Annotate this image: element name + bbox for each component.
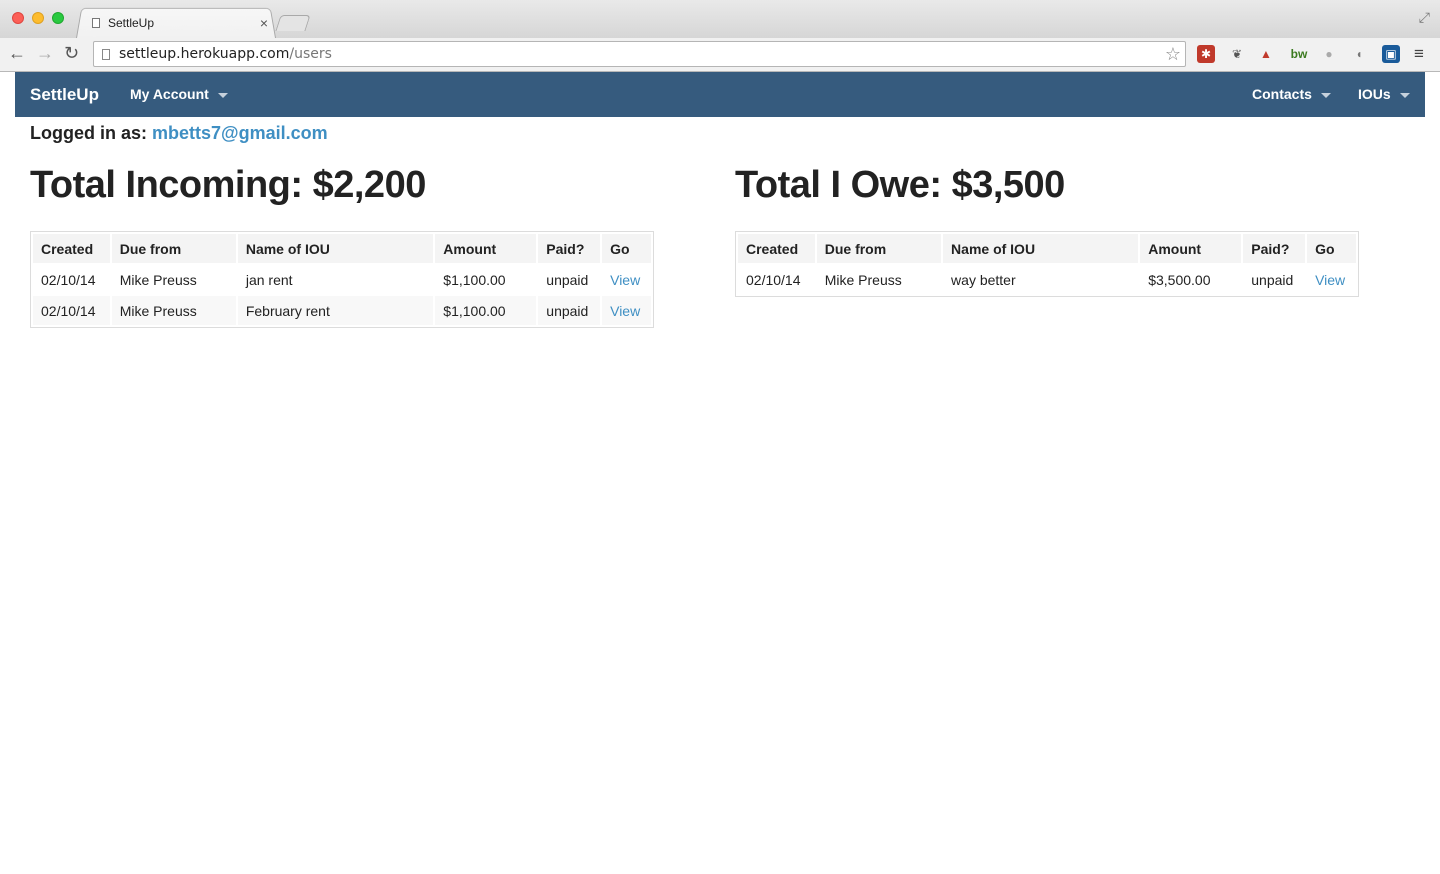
extension-icon[interactable]: ● bbox=[1320, 45, 1338, 63]
column-header-paid: Paid? bbox=[1243, 234, 1306, 263]
paid-status-cell: unpaid bbox=[546, 271, 589, 288]
ious-label: IOUs bbox=[1358, 86, 1391, 102]
incoming-ious-table: Created Due from Name of IOU Amount Paid… bbox=[30, 231, 654, 328]
due-from-cell: Mike Preuss bbox=[111, 296, 236, 325]
column-header-amount: Amount bbox=[435, 234, 537, 263]
column-header-name: Name of IOU bbox=[943, 234, 1139, 263]
user-email-link[interactable]: mbetts7@gmail.com bbox=[152, 123, 328, 143]
new-tab-button[interactable] bbox=[275, 15, 311, 31]
extension-icon[interactable]: ▲ bbox=[1257, 45, 1275, 63]
table-header-row: Created Due from Name of IOU Amount Paid… bbox=[33, 234, 651, 263]
amount-cell: $1,100.00 bbox=[435, 296, 537, 325]
url-path: /users bbox=[289, 46, 332, 62]
logged-in-status: Logged in as: mbetts7@gmail.com bbox=[30, 123, 328, 144]
column-header-due-from: Due from bbox=[816, 234, 942, 263]
extension-icon[interactable]: bw bbox=[1288, 45, 1310, 63]
page-icon bbox=[92, 18, 100, 28]
my-account-dropdown[interactable]: My Account bbox=[130, 72, 228, 117]
view-link[interactable]: View bbox=[610, 272, 640, 288]
browser-tab-content[interactable]: SettleUp × bbox=[88, 14, 272, 32]
minimize-window-button[interactable] bbox=[32, 12, 44, 24]
amount-cell: $3,500.00 bbox=[1148, 271, 1211, 288]
go-cell: View bbox=[602, 265, 651, 294]
iou-name-cell: jan rent bbox=[245, 271, 293, 288]
paid-status-cell: unpaid bbox=[538, 296, 601, 325]
caret-down-icon bbox=[217, 92, 228, 98]
brand-link[interactable]: SettleUp bbox=[30, 72, 99, 117]
column-header-go: Go bbox=[1307, 234, 1356, 263]
column-header-amount: Amount bbox=[1140, 234, 1242, 263]
tab-close-icon[interactable]: × bbox=[260, 15, 268, 31]
extension-icon[interactable]: ▣ bbox=[1382, 45, 1400, 63]
table-header-row: Created Due from Name of IOU Amount Paid… bbox=[738, 234, 1356, 263]
column-header-go: Go bbox=[602, 234, 651, 263]
logged-in-label: Logged in as: bbox=[30, 123, 147, 143]
bookmark-star-icon[interactable]: ☆ bbox=[1165, 44, 1181, 65]
close-window-button[interactable] bbox=[12, 12, 24, 24]
column-header-created: Created bbox=[738, 234, 815, 263]
created-cell: 02/10/14 bbox=[746, 271, 801, 288]
browser-menu-icon[interactable]: ≡ bbox=[1414, 44, 1424, 64]
url-host: settleup.herokuapp.com bbox=[119, 46, 290, 62]
created-cell: 02/10/14 bbox=[41, 271, 96, 288]
page-icon bbox=[102, 48, 110, 60]
evernote-extension-icon[interactable]: ❦ bbox=[1228, 45, 1246, 63]
contacts-label: Contacts bbox=[1252, 86, 1312, 102]
my-account-label: My Account bbox=[130, 86, 209, 102]
view-link[interactable]: View bbox=[1315, 272, 1345, 288]
app-navbar: SettleUp My Account Contacts IOUs bbox=[15, 72, 1425, 117]
go-cell: View bbox=[1307, 265, 1356, 294]
caret-down-icon bbox=[1320, 92, 1331, 98]
table-row: 02/10/14 Mike Preuss way better $3,500.0… bbox=[738, 265, 1356, 294]
owe-ious-table: Created Due from Name of IOU Amount Paid… bbox=[735, 231, 1359, 297]
reload-icon[interactable]: ↻ bbox=[64, 43, 79, 63]
amount-cell: $1,100.00 bbox=[443, 271, 506, 288]
ious-dropdown[interactable]: IOUs bbox=[1358, 72, 1410, 117]
total-incoming-heading: Total Incoming: $2,200 bbox=[30, 164, 426, 206]
zoom-window-button[interactable] bbox=[52, 12, 64, 24]
table-row: 02/10/14 Mike Preuss February rent $1,10… bbox=[33, 296, 651, 325]
paid-status-cell: unpaid bbox=[1251, 271, 1294, 288]
contacts-dropdown[interactable]: Contacts bbox=[1252, 72, 1331, 117]
table-row: 02/10/14 Mike Preuss jan rent $1,100.00 … bbox=[33, 265, 651, 294]
column-header-paid: Paid? bbox=[538, 234, 601, 263]
back-icon[interactable]: ← bbox=[8, 43, 26, 63]
iou-name-cell: way better bbox=[951, 271, 1016, 288]
fullscreen-icon[interactable]: ⤢ bbox=[1419, 9, 1430, 26]
extension-icon[interactable]: ✱ bbox=[1197, 45, 1215, 63]
go-cell: View bbox=[602, 296, 651, 325]
total-owe-heading: Total I Owe: $3,500 bbox=[735, 164, 1065, 206]
iou-name-cell: February rent bbox=[237, 296, 434, 325]
due-from-cell: Mike Preuss bbox=[824, 271, 902, 288]
due-from-cell: Mike Preuss bbox=[119, 271, 197, 288]
created-cell: 02/10/14 bbox=[33, 296, 110, 325]
column-header-name: Name of IOU bbox=[237, 234, 434, 263]
tab-title: SettleUp bbox=[108, 16, 155, 30]
forward-icon[interactable]: → bbox=[36, 43, 54, 63]
extension-icon[interactable]: ◖ bbox=[1350, 45, 1368, 63]
address-bar[interactable]: settleup.herokuapp.com/users ☆ bbox=[93, 41, 1186, 67]
column-header-created: Created bbox=[33, 234, 110, 263]
view-link[interactable]: View bbox=[610, 303, 640, 319]
caret-down-icon bbox=[1399, 92, 1410, 98]
browser-title-bar: SettleUp × ⤢ bbox=[0, 0, 1440, 39]
column-header-due-from: Due from bbox=[111, 234, 236, 263]
